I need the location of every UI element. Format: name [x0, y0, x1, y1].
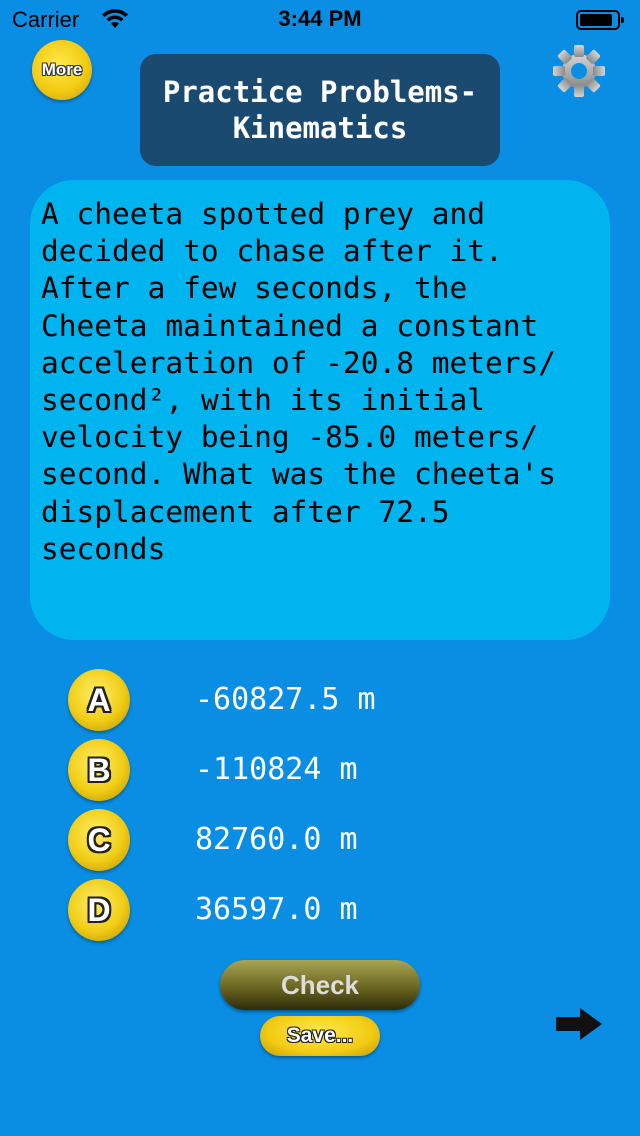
status-time: 3:44 PM — [278, 6, 362, 31]
more-button[interactable]: More — [32, 40, 92, 100]
choice-b-button[interactable]: B — [68, 739, 130, 801]
check-button[interactable]: Check — [220, 960, 420, 1010]
arrow-right-icon[interactable] — [554, 1006, 604, 1042]
title-banner: Practice Problems- Kinematics — [140, 54, 500, 166]
choice-b-value: -110824 m — [195, 752, 358, 787]
choice-c[interactable]: C 82760.0 m — [68, 809, 488, 873]
battery-icon — [576, 10, 624, 30]
question-text: A cheeta spotted prey and decided to cha… — [41, 197, 557, 566]
gear-icon[interactable] — [552, 44, 606, 98]
choice-a-value: -60827.5 m — [195, 682, 376, 717]
choice-d[interactable]: D 36597.0 m — [68, 879, 488, 943]
choice-d-value: 36597.0 m — [195, 892, 358, 927]
question-panel: A cheeta spotted prey and decided to cha… — [30, 180, 610, 640]
choice-b[interactable]: B -110824 m — [68, 739, 488, 803]
choice-d-button[interactable]: D — [68, 879, 130, 941]
choice-a[interactable]: A -60827.5 m — [68, 669, 488, 733]
page-title: Practice Problems- Kinematics — [162, 75, 478, 145]
choice-a-button[interactable]: A — [68, 669, 130, 731]
choice-c-button[interactable]: C — [68, 809, 130, 871]
choice-c-value: 82760.0 m — [195, 822, 358, 857]
save-button[interactable]: Save... — [260, 1016, 380, 1056]
